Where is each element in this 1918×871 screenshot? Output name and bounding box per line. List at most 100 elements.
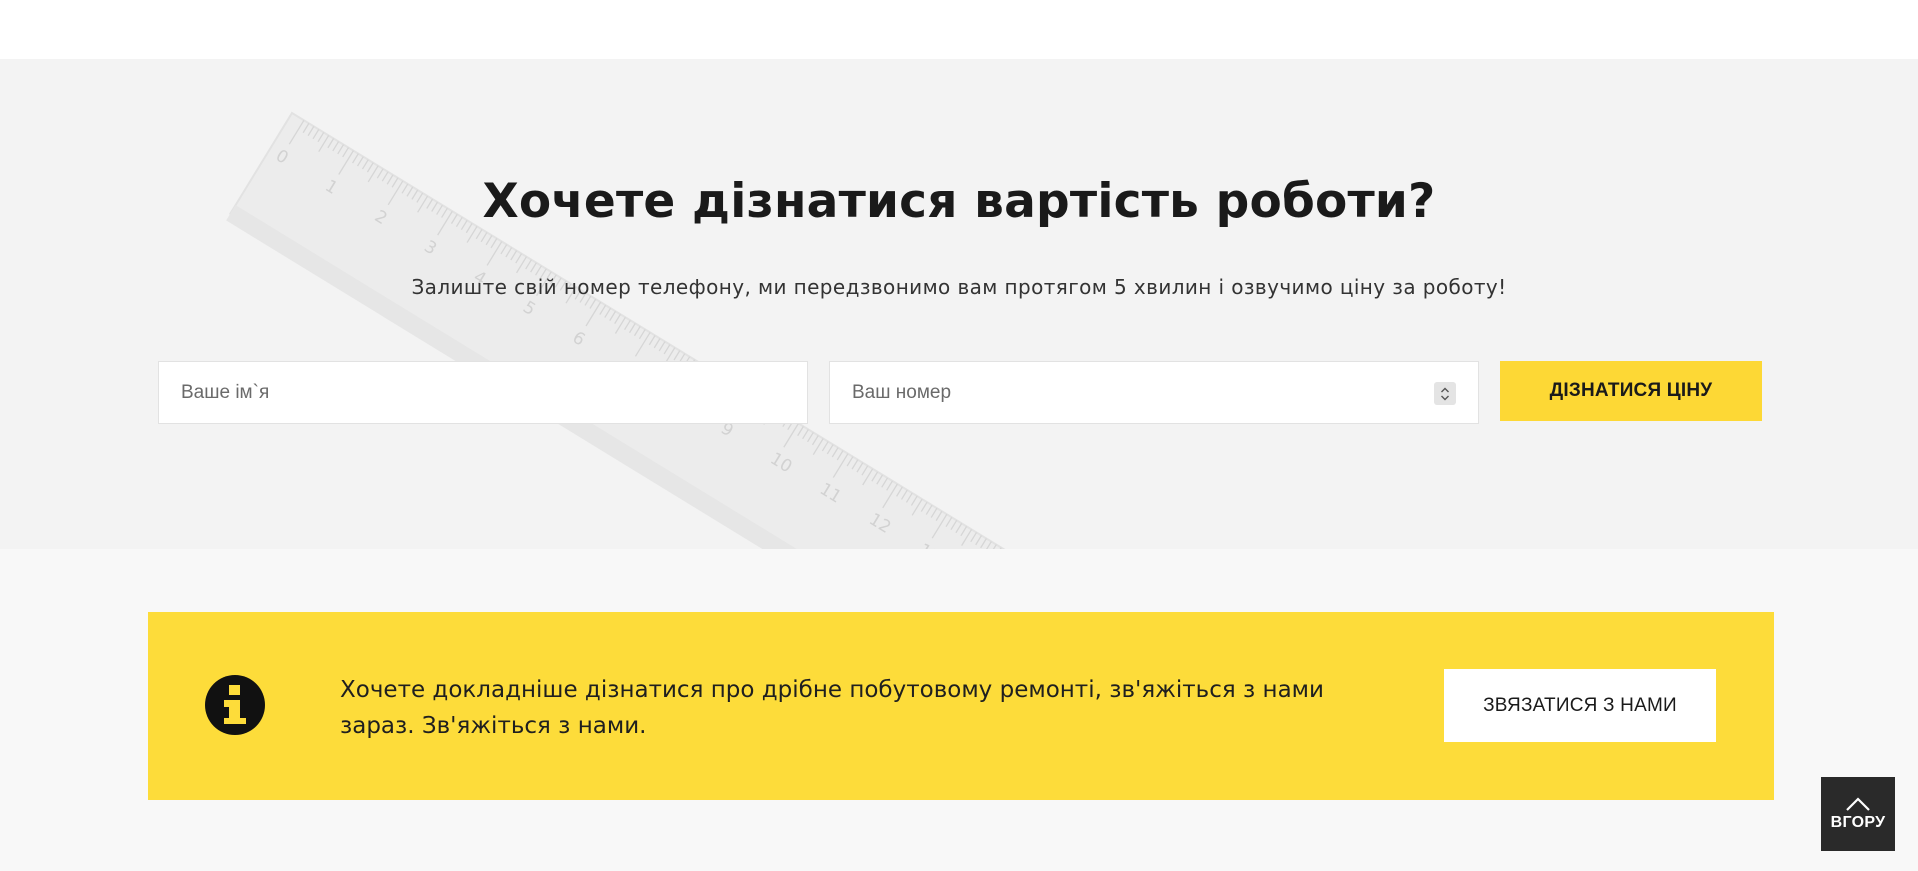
price-request-section: 01234567891011121314 Хочете дізнатися ва… [0, 59, 1918, 549]
info-section: Хочете докладніше дізнатися про дрібне п… [0, 549, 1918, 871]
price-request-form: ДІЗНАТИСЯ ЦІНУ [158, 361, 1762, 424]
ruler-tick [783, 423, 800, 448]
ruler-tick [633, 326, 641, 337]
contact-us-button[interactable]: ЗВЯЗАТИСЯ З НАМИ [1444, 669, 1716, 742]
ruler-tick [846, 456, 854, 467]
ruler-tick [905, 492, 913, 503]
ruler-tick [871, 471, 879, 482]
phone-input[interactable] [830, 362, 1478, 423]
ruler-tick [599, 304, 607, 315]
ruler-tick [812, 438, 824, 456]
ruler-tick [910, 495, 918, 506]
ruler-tick [302, 123, 310, 134]
ruler-tick [356, 156, 364, 167]
ruler-tick [653, 338, 661, 349]
number-spinner[interactable] [1434, 382, 1456, 405]
price-title: Хочете дізнатися вартість роботи? [482, 174, 1436, 229]
ruler-tick [535, 265, 542, 276]
ruler-tick [638, 329, 646, 340]
ruler-tick [911, 498, 923, 516]
spinner-arrows-icon [1441, 387, 1449, 400]
ruler-tick [831, 447, 839, 458]
ruler-tick [624, 319, 631, 331]
ruler-tick [882, 483, 898, 509]
ruler-tick [802, 429, 809, 440]
phone-field-wrapper [829, 361, 1479, 424]
ruler-tick [881, 477, 889, 488]
ruler-tick [658, 341, 666, 352]
ruler-tick [832, 453, 849, 478]
ruler-tick [530, 262, 537, 273]
ruler-tick [307, 126, 315, 137]
ruler-tick [945, 516, 953, 528]
ruler-tick [975, 535, 982, 546]
ruler-tick [585, 301, 602, 327]
ruler-tick [288, 119, 305, 145]
ruler-tick [896, 486, 903, 497]
ruler-tick [980, 538, 987, 549]
ruler-tick [851, 459, 859, 470]
ruler-tick [486, 241, 503, 266]
ruler-tick [862, 468, 874, 486]
ruler-tick [970, 532, 978, 543]
ruler-tick [342, 147, 349, 158]
ruler-tick [338, 150, 354, 175]
ruler-number: 3 [420, 237, 440, 260]
ruler-tick [797, 426, 804, 437]
page: 01234567891011121314 Хочете дізнатися ва… [0, 0, 1918, 871]
ruler-tick [920, 501, 928, 512]
ruler-tick [312, 129, 320, 140]
get-price-button[interactable]: ДІЗНАТИСЯ ЦІНУ [1500, 361, 1762, 421]
ruler-tick [900, 489, 908, 500]
ruler-tick [876, 474, 884, 485]
back-to-top-label: ВГОРУ [1830, 814, 1886, 831]
ruler-tick [826, 444, 834, 455]
ruler-tick [318, 135, 330, 153]
ruler-tick [515, 253, 523, 264]
ruler-tick [930, 507, 938, 518]
ruler-tick [515, 256, 528, 274]
ruler-tick [861, 465, 869, 476]
ruler-number: 12 [865, 509, 894, 537]
ruler-tick [836, 450, 844, 461]
ruler-tick [480, 232, 488, 243]
ruler-tick [821, 441, 829, 452]
ruler-tick [505, 247, 513, 258]
price-subtitle: Залиште свій номер телефону, ми передзво… [411, 275, 1507, 299]
ruler-tick [950, 520, 958, 531]
ruler-tick [807, 432, 814, 443]
ruler-number: 0 [272, 146, 292, 169]
ruler-number: 6 [569, 328, 589, 351]
ruler-tick [510, 250, 518, 261]
ruler-tick [811, 435, 819, 446]
ruler-tick [317, 132, 325, 143]
ruler-tick [589, 298, 597, 309]
ruler-tick [628, 323, 636, 334]
ruler-tick [490, 238, 498, 249]
top-strip [0, 0, 1918, 59]
ruler-tick [337, 144, 345, 155]
info-text: Хочете докладніше дізнатися про дрібне п… [340, 677, 1324, 739]
ruler-number: 5 [519, 297, 539, 320]
ruler-background-image: 01234567891011121314 [226, 111, 1100, 549]
ruler-tick [327, 138, 335, 149]
ruler-tick [961, 529, 973, 546]
ruler-number: 13 [915, 540, 944, 549]
ruler-tick [475, 229, 483, 240]
ruler-tick [352, 153, 359, 164]
info-icon [205, 675, 265, 735]
ruler-tick [604, 307, 612, 318]
ruler-tick [614, 316, 626, 334]
ruler-tick [886, 480, 893, 491]
ruler-tick [361, 159, 369, 170]
name-input[interactable] [159, 362, 807, 423]
ruler-tick [856, 462, 864, 473]
ruler-tick [525, 259, 532, 270]
back-to-top-button[interactable]: ВГОРУ [1821, 777, 1895, 851]
ruler-tick [935, 510, 943, 521]
ruler-tick [960, 526, 968, 537]
ruler-tick [332, 141, 340, 152]
ruler-tick [931, 513, 948, 539]
ruler-tick [634, 332, 651, 357]
info-banner: Хочете докладніше дізнатися про дрібне п… [148, 612, 1774, 800]
